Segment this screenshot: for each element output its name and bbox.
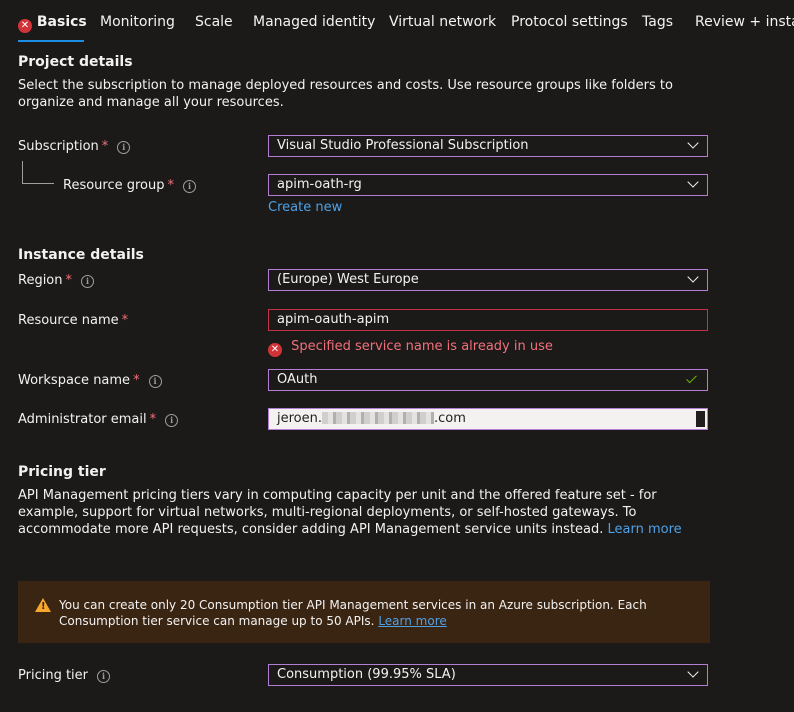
pricing-tier-dropdown[interactable]: Consumption (99.95% SLA)	[268, 664, 708, 686]
pricing-tier-description: API Management pricing tiers vary in com…	[18, 487, 698, 538]
checkmark-icon	[687, 374, 697, 381]
resource-name-label: Resource name *	[18, 313, 128, 328]
resource-group-label-text: Resource group	[63, 178, 165, 193]
info-icon[interactable]: i	[81, 275, 95, 288]
admin-email-label-text: Administrator email	[18, 412, 147, 427]
required-marker: *	[65, 273, 73, 288]
tab-basics[interactable]: ✕ Basics	[18, 14, 87, 33]
resource-group-dropdown[interactable]: apim-oath-rg	[268, 174, 708, 196]
resource-name-value: apim-oauth-apim	[277, 312, 390, 327]
create-new-link[interactable]: Create new	[268, 200, 342, 215]
info-icon[interactable]: i	[165, 414, 179, 427]
region-dropdown[interactable]: (Europe) West Europe	[268, 269, 708, 291]
region-label: Region * i	[18, 273, 95, 288]
region-label-text: Region	[18, 273, 63, 288]
tab-tags[interactable]: Tags	[642, 14, 673, 30]
resource-name-input[interactable]: apim-oauth-apim	[268, 309, 708, 331]
pricing-tier-label: Pricing tier i	[18, 668, 111, 683]
consumption-warning-banner: ! You can create only 20 Consumption tie…	[18, 581, 710, 643]
resource-name-error: ✕ Specified service name is already in u…	[268, 339, 553, 357]
subscription-value: Visual Studio Professional Subscription	[277, 138, 529, 153]
tab-monitoring[interactable]: Monitoring	[100, 14, 175, 30]
pricing-description-text: API Management pricing tiers vary in com…	[18, 488, 657, 537]
error-circle-icon: ✕	[18, 19, 32, 33]
subscription-label: Subscription * i	[18, 139, 131, 154]
required-marker: *	[167, 178, 175, 193]
required-marker: *	[121, 313, 129, 328]
pricing-tier-heading: Pricing tier	[18, 464, 106, 480]
pricing-learn-more-link[interactable]: Learn more	[608, 522, 682, 537]
input-scrollbar	[696, 411, 705, 427]
admin-email-prefix: jeroen.	[277, 411, 322, 426]
info-icon[interactable]: i	[183, 180, 197, 193]
resource-name-error-text: Specified service name is already in use	[291, 339, 553, 354]
warning-learn-more-link[interactable]: Learn more	[378, 614, 446, 628]
error-circle-icon: ✕	[268, 343, 282, 357]
redacted-text	[322, 412, 434, 424]
tab-review-install[interactable]: Review + install	[695, 14, 794, 30]
project-details-heading: Project details	[18, 54, 133, 70]
chevron-down-icon	[688, 179, 698, 189]
chevron-down-icon	[688, 274, 698, 284]
info-icon[interactable]: i	[148, 375, 162, 388]
warning-text: You can create only 20 Consumption tier …	[59, 598, 647, 628]
resource-group-label: Resource group * i	[63, 178, 197, 193]
chevron-down-icon	[688, 669, 698, 679]
resource-group-value: apim-oath-rg	[277, 177, 362, 192]
chevron-down-icon	[688, 140, 698, 150]
tab-scale[interactable]: Scale	[195, 14, 233, 30]
active-tab-indicator	[18, 40, 84, 42]
workspace-name-label: Workspace name * i	[18, 373, 162, 388]
tab-virtual-network[interactable]: Virtual network	[389, 14, 496, 30]
info-icon[interactable]: i	[97, 670, 111, 683]
workspace-name-label-text: Workspace name	[18, 373, 131, 388]
region-value: (Europe) West Europe	[277, 272, 419, 287]
admin-email-label: Administrator email * i	[18, 412, 179, 427]
resource-name-label-text: Resource name	[18, 313, 119, 328]
instance-details-heading: Instance details	[18, 247, 144, 263]
subscription-label-text: Subscription	[18, 139, 99, 154]
required-marker: *	[149, 412, 157, 427]
warning-message: You can create only 20 Consumption tier …	[59, 597, 699, 629]
pricing-tier-label-text: Pricing tier	[18, 668, 89, 683]
tab-protocol-settings[interactable]: Protocol settings	[511, 14, 628, 30]
warning-triangle-icon: !	[35, 598, 51, 612]
tree-connector	[22, 183, 54, 184]
info-icon[interactable]: i	[117, 141, 131, 154]
admin-email-suffix: .com	[434, 411, 466, 426]
tab-managed-identity[interactable]: Managed identity	[253, 14, 375, 30]
admin-email-input[interactable]: jeroen. .com	[268, 408, 708, 430]
required-marker: *	[133, 373, 140, 388]
workspace-name-value: OAuth	[277, 372, 318, 387]
project-details-description: Select the subscription to manage deploy…	[18, 78, 673, 110]
required-marker: *	[101, 139, 109, 154]
tab-basics-label: Basics	[36, 14, 87, 30]
subscription-dropdown[interactable]: Visual Studio Professional Subscription	[268, 135, 708, 157]
pricing-tier-value: Consumption (99.95% SLA)	[277, 667, 456, 682]
tree-connector	[22, 161, 23, 183]
workspace-name-input[interactable]: OAuth	[268, 369, 708, 391]
